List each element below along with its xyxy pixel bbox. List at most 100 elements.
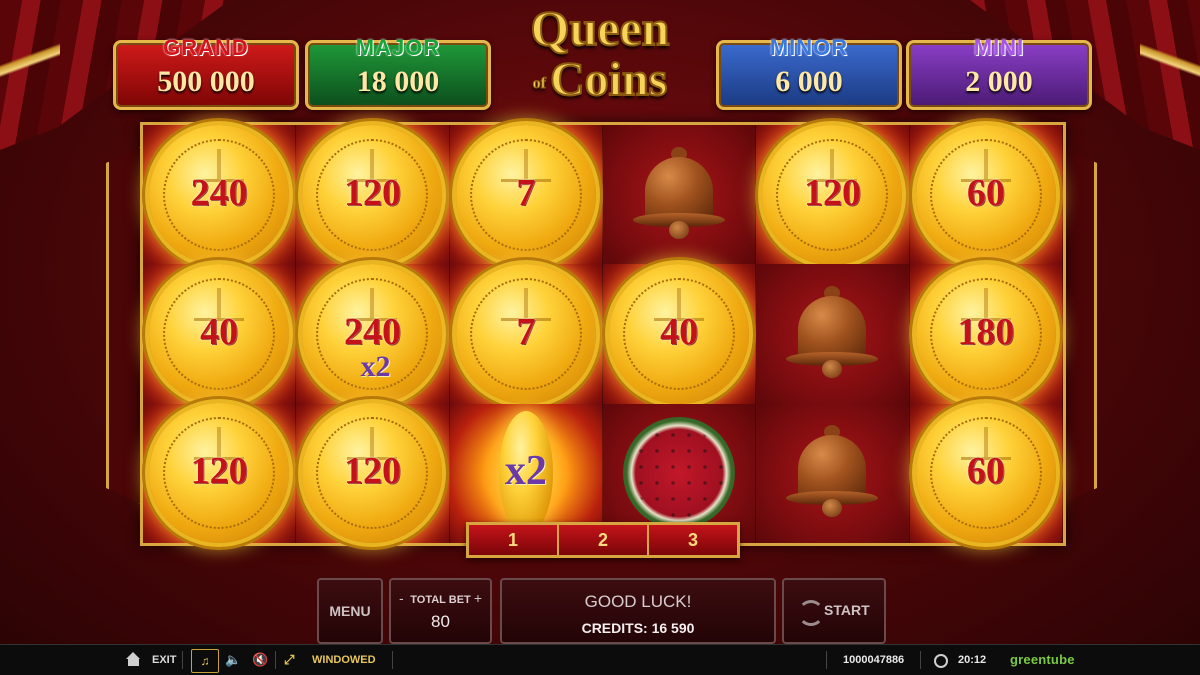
coin-symbol: 40 [609, 263, 750, 404]
divider [182, 651, 183, 669]
respin-counter-2: 2 [559, 525, 649, 555]
bell-icon [631, 146, 727, 243]
jackpot-major: MAJOR 18 000 [305, 35, 491, 110]
reel-cell: 40 [602, 263, 757, 404]
watermelon-icon [623, 417, 736, 530]
jackpot-mini-value: 2 000 [965, 65, 1033, 98]
sound-effects-icon[interactable]: ♫ [191, 649, 219, 673]
curtain-fringe-left [0, 0, 60, 140]
coin-value: 120 [803, 171, 861, 214]
clock-icon [934, 654, 948, 668]
coin-symbol: 60 [915, 124, 1056, 265]
clock-time: 20:12 [958, 654, 987, 666]
coin-symbol: 240 [149, 124, 290, 265]
jackpot-minor: MINOR 6 000 [716, 35, 902, 110]
reel-cell: 120 [756, 124, 910, 265]
status-message: GOOD LUCK! [584, 592, 692, 611]
bottom-bar: EXIT ♫ 🔈 🔇 ⤢ WINDOWED 1000047886 20:12 g… [0, 644, 1200, 675]
mute-icon[interactable]: 🔇 [252, 645, 268, 675]
start-button[interactable]: START [782, 578, 886, 644]
reel-cell [602, 125, 757, 265]
jackpot-minor-label: MINOR [769, 35, 849, 60]
autoplay-spin-icon [798, 600, 824, 626]
credits-display: CREDITS: 16 590 [581, 620, 695, 636]
coin-value: 120 [343, 171, 401, 214]
windowed-button[interactable]: WINDOWED [312, 645, 376, 675]
reel-cell: 40 [143, 263, 297, 404]
coin-symbol: 120 [302, 403, 443, 544]
coin-value: 40 [660, 310, 699, 353]
bell-icon [784, 285, 880, 382]
coin-value: 180 [957, 310, 1015, 353]
respin-counter: 1 2 3 [466, 522, 740, 558]
reel-cell: 60 [909, 403, 1063, 544]
volume-icon[interactable]: 🔈 [225, 645, 241, 675]
session-id: 1000047886 [843, 654, 905, 666]
menu-button[interactable]: MENU [317, 578, 383, 644]
coin-value: 7 [516, 310, 536, 353]
coin-value: 120 [190, 450, 248, 493]
message-panel: GOOD LUCK! CREDITS: 16 590 [500, 578, 776, 644]
logo-of: of [532, 74, 546, 92]
reel-frame: 240 40 120 120 240 x2 120 7 7 x2 40 120 60 180 60 [140, 122, 1066, 546]
jackpot-minor-value: 6 000 [775, 65, 843, 98]
coin-symbol: 120 [302, 124, 443, 265]
total-bet-value: 80 [431, 612, 450, 631]
divider [826, 651, 827, 669]
coin-value: 240 [190, 171, 248, 214]
reel-cell [756, 403, 910, 543]
jackpot-grand-label: GRAND [163, 35, 249, 60]
reel-cell: 180 [909, 263, 1063, 404]
start-label: START [824, 602, 870, 618]
divider [275, 651, 276, 669]
total-bet-control[interactable]: - TOTAL BET + 80 [389, 578, 492, 644]
home-icon[interactable] [126, 645, 142, 675]
jackpot-grand: GRAND 500 000 [113, 35, 299, 110]
reel-cell [756, 264, 910, 404]
jackpot-major-value: 18 000 [356, 65, 440, 98]
coin-value: 40 [200, 310, 239, 353]
respin-counter-1: 1 [469, 525, 559, 555]
brand-logo: greentube [1010, 652, 1075, 667]
logo-line-coins: ofCoins [500, 53, 700, 110]
coin-symbol: 120 [762, 124, 903, 265]
windowed-icon[interactable]: ⤢ [284, 645, 294, 675]
multiplier-coin-symbol: x2 [498, 411, 553, 536]
coin-symbol: 7 [455, 124, 596, 265]
jackpot-mini-label: MINI [973, 35, 1025, 60]
coin-symbol: 7 [455, 263, 596, 404]
reel-cell: 7 [449, 263, 603, 404]
jackpot-grand-value: 500 000 [157, 65, 255, 98]
coin-symbol: 40 [149, 263, 290, 404]
bell-icon [784, 425, 880, 521]
coin-symbol: 60 [915, 403, 1056, 544]
coin-symbol: 120 [149, 403, 290, 544]
reel-cell: 240 x2 [296, 263, 450, 404]
coin-multiplier: x2 [360, 349, 391, 383]
multiplier-value: x2 [504, 448, 547, 495]
jackpot-major-label: MAJOR [355, 35, 441, 60]
logo-line-queen: Queen [530, 0, 671, 56]
bet-increase-button[interactable]: + [474, 590, 482, 606]
coin-value: 60 [966, 171, 1005, 214]
jackpot-mini: MINI 2 000 [906, 35, 1092, 110]
coin-symbol: 240 x2 [302, 263, 443, 404]
coin-value: 240 [343, 310, 401, 353]
curtain-fringe-right [1140, 0, 1200, 140]
coin-value: 7 [516, 171, 536, 214]
reel-cell: 240 [143, 124, 297, 265]
coin-symbol: 180 [915, 263, 1056, 404]
reel-cell: 120 [296, 124, 450, 265]
reel-cell: 120 [143, 403, 297, 544]
reel-cell: 120 [296, 403, 450, 544]
divider [392, 651, 393, 669]
exit-button[interactable]: EXIT [152, 645, 176, 675]
reel-grid: 240 40 120 120 240 x2 120 7 7 x2 40 120 60 180 60 [143, 124, 1063, 544]
respin-counter-3: 3 [649, 525, 737, 555]
reel-cell: 60 [909, 124, 1063, 265]
coin-value: 60 [966, 450, 1005, 493]
logo-coins: Coins [549, 53, 668, 107]
coin-value: 120 [343, 450, 401, 493]
reel-cell: 7 [449, 124, 603, 265]
divider [920, 651, 921, 669]
